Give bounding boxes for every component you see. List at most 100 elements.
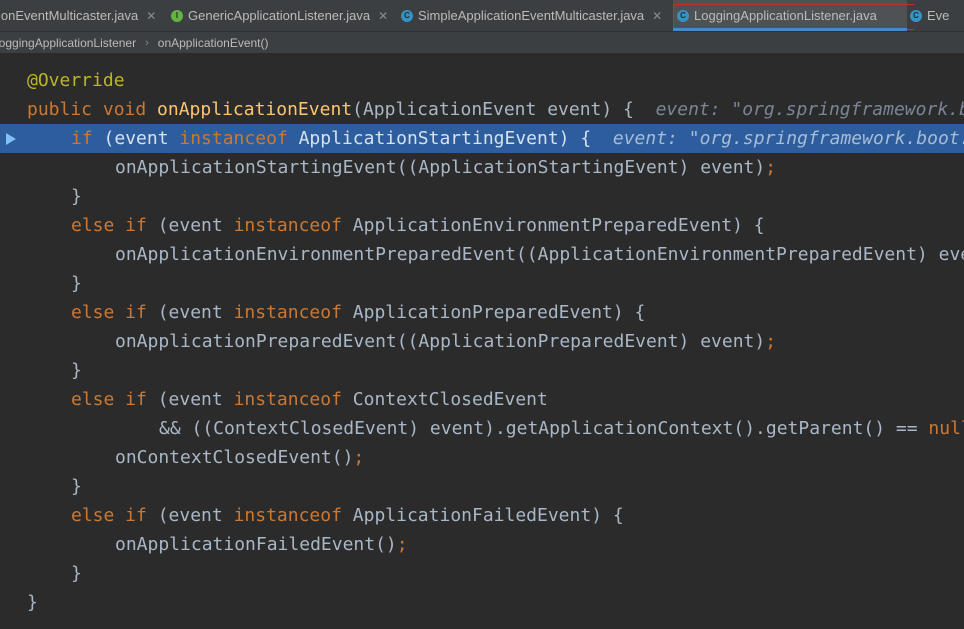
code-line[interactable]: onApplicationPreparedEvent((ApplicationP… (0, 327, 964, 356)
code-line[interactable]: onApplicationStartingEvent((ApplicationS… (0, 153, 964, 182)
code-text: onApplicationEnvironmentPreparedEvent((A… (115, 240, 964, 269)
code-line[interactable]: onApplicationEnvironmentPreparedEvent((A… (0, 240, 964, 269)
code-token: onApplicationStartingEvent((ApplicationS… (115, 157, 766, 178)
code-token: onContextClosedEvent() (115, 447, 354, 468)
code-text: onApplicationPreparedEvent((ApplicationP… (115, 327, 776, 356)
code-token: } (71, 360, 82, 381)
code-token: } (71, 563, 82, 584)
code-line[interactable]: public void onApplicationEvent(Applicati… (0, 95, 964, 124)
class-file-icon: C (401, 9, 413, 22)
code-token: if (71, 128, 104, 149)
tab-label: SimpleApplicationEventMulticaster.java (418, 8, 645, 23)
code-token: } (27, 592, 38, 613)
code-token: ; (396, 534, 408, 555)
code-token: else if (71, 302, 158, 323)
code-token: else if (71, 505, 158, 526)
code-token: public (27, 99, 103, 120)
code-text: else if (event instanceof ApplicationFai… (71, 501, 624, 530)
code-text: } (71, 182, 82, 211)
code-line[interactable]: && ((ContextClosedEvent) event).getAppli… (0, 414, 964, 443)
code-token: else if (71, 389, 158, 410)
code-line[interactable]: @Override (0, 66, 964, 95)
execution-line[interactable]: if (event instanceof ApplicationStarting… (0, 124, 964, 153)
code-text: onApplicationFailedEvent(); (115, 530, 408, 559)
code-token: (ApplicationEvent event) { (352, 99, 656, 120)
code-line[interactable]: onApplicationFailedEvent(); (0, 530, 964, 559)
breadcrumb-method[interactable]: onApplicationEvent() (158, 36, 269, 50)
code-token: (event (157, 215, 234, 236)
code-line[interactable]: } (0, 472, 964, 501)
code-line[interactable]: onContextClosedEvent(); (0, 443, 964, 472)
code-token: onApplicationEnvironmentPreparedEvent((A… (115, 244, 964, 265)
tab-application-event-multicaster[interactable]: ionEventMulticaster.java ✕ (0, 0, 161, 31)
code-line[interactable]: else if (event instanceof ApplicationEnv… (0, 211, 964, 240)
tab-label: GenericApplicationListener.java (188, 8, 371, 23)
code-line[interactable]: } (0, 182, 964, 211)
code-line[interactable]: } (0, 559, 964, 588)
code-token: ; (353, 447, 365, 468)
tab-label: Eve (927, 8, 950, 23)
close-icon[interactable]: ✕ (146, 9, 156, 23)
code-text: onContextClosedEvent(); (115, 443, 364, 472)
code-token: instanceof (233, 389, 353, 410)
code-token: ApplicationEnvironmentPreparedEvent) { (352, 215, 765, 236)
code-text: else if (event instanceof ContextClosedE… (71, 385, 548, 414)
editor-tab-bar: ionEventMulticaster.java ✕ I GenericAppl… (0, 0, 964, 32)
code-token: (event (157, 302, 234, 323)
interface-file-icon: I (171, 9, 183, 22)
code-text: } (27, 588, 38, 617)
close-icon[interactable]: ✕ (378, 9, 388, 23)
class-file-icon: C (910, 9, 922, 22)
code-text: && ((ContextClosedEvent) event).getAppli… (159, 414, 964, 443)
code-token: instanceof (233, 302, 353, 323)
execution-point-icon (6, 133, 16, 145)
code-token: ; (765, 157, 777, 178)
code-token: instanceof (233, 505, 353, 526)
code-text: else if (event instanceof ApplicationPre… (71, 298, 645, 327)
code-token: (event (103, 128, 180, 149)
code-text: public void onApplicationEvent(Applicati… (27, 95, 964, 124)
code-token: onApplicationEvent (157, 99, 353, 120)
code-text: } (71, 356, 82, 385)
code-token: ApplicationPreparedEvent) { (352, 302, 646, 323)
code-token: @Override (27, 70, 125, 91)
code-line[interactable]: else if (event instanceof ApplicationPre… (0, 298, 964, 327)
code-token: else if (71, 215, 158, 236)
code-token: (event (157, 389, 234, 410)
tab-event[interactable]: C Eve (910, 0, 964, 31)
code-text: } (71, 472, 82, 501)
code-token: } (71, 476, 82, 497)
breadcrumb: LoggingApplicationListener › onApplicati… (0, 32, 964, 54)
code-token: && ((ContextClosedEvent) event).getAppli… (159, 418, 929, 439)
code-token: null (928, 418, 964, 439)
tab-simple-application-event-multicaster[interactable]: C SimpleApplicationEventMulticaster.java… (401, 0, 666, 31)
tab-label: LoggingApplicationListener.java (694, 8, 877, 23)
code-token: instanceof (233, 215, 353, 236)
inline-debug-value: event: "org.springframework.boot.context… (655, 99, 964, 120)
code-token: } (71, 186, 82, 207)
code-line[interactable]: else if (event instanceof ContextClosedE… (0, 385, 964, 414)
code-text: else if (event instanceof ApplicationEnv… (71, 211, 765, 240)
code-text: if (event instanceof ApplicationStarting… (71, 124, 964, 153)
tab-logging-application-listener[interactable]: C LoggingApplicationListener.java (673, 0, 914, 31)
tab-generic-application-listener[interactable]: I GenericApplicationListener.java ✕ (171, 0, 391, 31)
code-line[interactable]: } (0, 588, 964, 617)
code-token: ApplicationFailedEvent) { (352, 505, 624, 526)
code-token: ApplicationStartingEvent) { (298, 128, 613, 149)
code-line[interactable]: } (0, 269, 964, 298)
code-line[interactable]: else if (event instanceof ApplicationFai… (0, 501, 964, 530)
close-icon[interactable]: ✕ (652, 9, 662, 23)
code-token: onApplicationFailedEvent() (115, 534, 397, 555)
code-editor[interactable]: @Override public void onApplicationEvent(… (0, 66, 964, 617)
code-line[interactable]: } (0, 356, 964, 385)
code-token: void (102, 99, 158, 120)
breadcrumb-class[interactable]: LoggingApplicationListener (0, 36, 136, 50)
code-text: onApplicationStartingEvent((ApplicationS… (115, 153, 776, 182)
code-token: onApplicationPreparedEvent((ApplicationP… (115, 331, 766, 352)
code-token: } (71, 273, 82, 294)
code-token: ; (765, 331, 777, 352)
inline-debug-value: event: "org.springframework.boot.context… (612, 128, 964, 149)
code-token: instanceof (179, 128, 299, 149)
code-token: (event (157, 505, 234, 526)
code-token: ContextClosedEvent (352, 389, 548, 410)
